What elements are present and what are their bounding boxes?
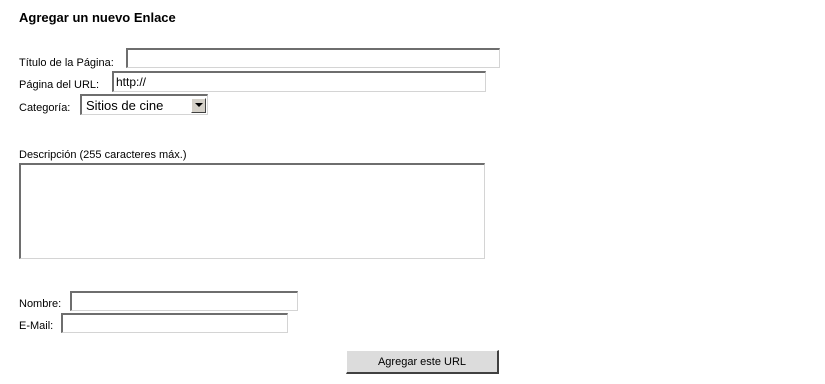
url-input[interactable] xyxy=(112,71,486,92)
email-label: E-Mail: xyxy=(19,320,54,332)
description-textarea[interactable] xyxy=(19,163,485,259)
email-input[interactable] xyxy=(61,313,288,333)
page-title: Agregar un nuevo Enlace xyxy=(19,10,176,25)
category-selected-value: Sitios de cine xyxy=(86,97,164,113)
description-label: Descripción (255 caracteres máx.) xyxy=(19,149,187,161)
name-label: Nombre: xyxy=(19,298,62,310)
name-input[interactable] xyxy=(70,291,298,311)
category-label: Categoría: xyxy=(19,102,71,114)
url-label: Página del URL: xyxy=(19,79,100,91)
chevron-down-icon[interactable] xyxy=(191,97,206,113)
page-title-input[interactable] xyxy=(126,48,500,68)
page-title-label: Título de la Página: xyxy=(19,57,114,69)
category-select[interactable]: Sitios de cine xyxy=(80,94,208,115)
submit-url-button[interactable]: Agregar este URL xyxy=(346,350,499,374)
